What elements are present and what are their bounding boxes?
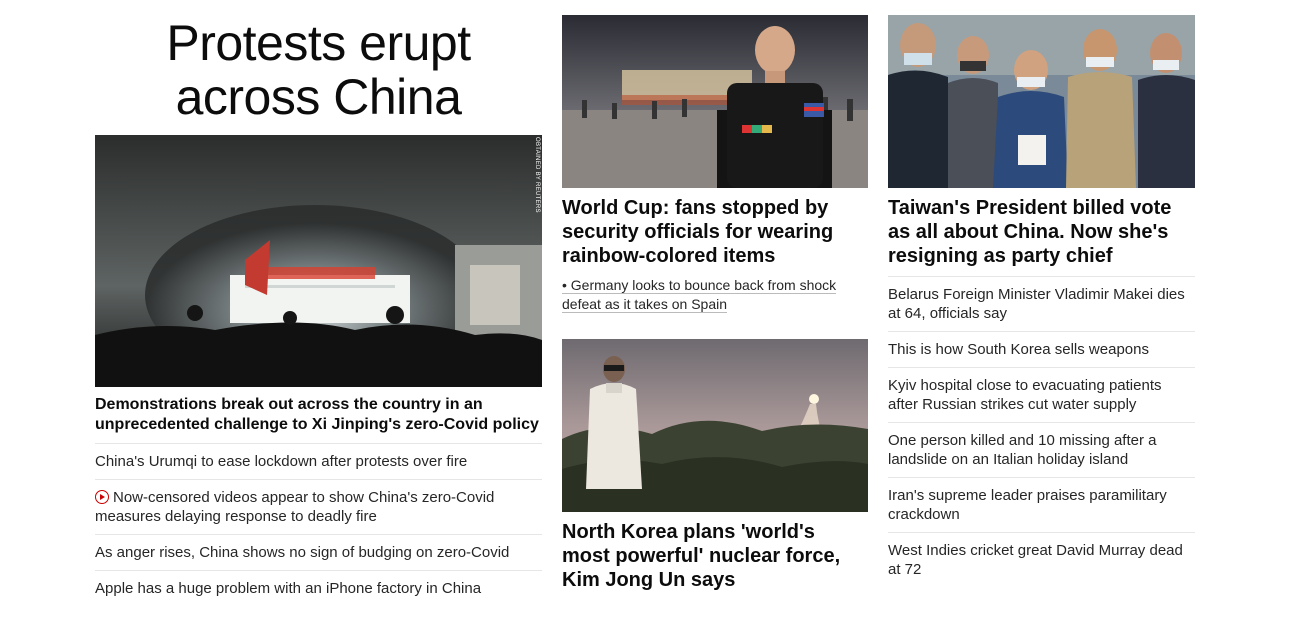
- link-iran-leader[interactable]: Iran's supreme leader praises paramilita…: [888, 478, 1195, 533]
- taiwan-headline[interactable]: Taiwan's President billed vote as all ab…: [888, 196, 1195, 268]
- play-video-icon: [95, 490, 109, 504]
- worldcup-fan-image[interactable]: [562, 15, 868, 188]
- worldcup-headline[interactable]: World Cup: fans stopped by security offi…: [562, 196, 868, 268]
- mega-headline[interactable]: Protests erupt across China: [95, 0, 542, 135]
- link-text: Iran's supreme leader praises paramilita…: [888, 487, 1167, 523]
- link-text: • Germany looks to bounce back from shoc…: [562, 277, 837, 313]
- germany-spain-link[interactable]: • Germany looks to bounce back from shoc…: [562, 276, 868, 314]
- link-italian-landslide[interactable]: One person killed and 10 missing after a…: [888, 423, 1195, 478]
- hero-image-protest[interactable]: OBTAINED BY REUTERS: [95, 135, 542, 387]
- link-belarus-minister[interactable]: Belarus Foreign Minister Vladimir Makei …: [888, 277, 1195, 332]
- link-text: West Indies cricket great David Murray d…: [888, 542, 1183, 578]
- link-text: One person killed and 10 missing after a…: [888, 432, 1157, 468]
- right-column: Taiwan's President billed vote as all ab…: [888, 0, 1195, 587]
- link-text: Now-censored videos appear to show China…: [95, 489, 495, 525]
- link-text: Apple has a huge problem with an iPhone …: [95, 580, 482, 597]
- related-link-anger-rises[interactable]: As anger rises, China shows no sign of b…: [95, 535, 542, 571]
- related-link-urumqi[interactable]: China's Urumqi to ease lockdown after pr…: [95, 444, 542, 480]
- lead-subheadline[interactable]: Demonstrations break out across the coun…: [95, 395, 542, 444]
- related-link-apple-iphone[interactable]: Apple has a huge problem with an iPhone …: [95, 571, 542, 606]
- main-story-column: Protests erupt across China OBTAINED BY …: [95, 0, 542, 606]
- link-kyiv-hospital[interactable]: Kyiv hospital close to evacuating patien…: [888, 368, 1195, 423]
- link-david-murray[interactable]: West Indies cricket great David Murray d…: [888, 533, 1195, 587]
- photo-credit: OBTAINED BY REUTERS: [534, 137, 540, 213]
- north-korea-missile-image[interactable]: [562, 339, 868, 512]
- north-korea-headline[interactable]: North Korea plans 'world's most powerful…: [562, 520, 868, 592]
- related-link-censored-videos[interactable]: Now-censored videos appear to show China…: [95, 480, 542, 535]
- related-links-list: China's Urumqi to ease lockdown after pr…: [95, 444, 542, 606]
- taiwan-president-image[interactable]: [888, 15, 1195, 188]
- link-text: This is how South Korea sells weapons: [888, 341, 1149, 358]
- link-text: China's Urumqi to ease lockdown after pr…: [95, 453, 468, 470]
- right-links-list: Belarus Foreign Minister Vladimir Makei …: [888, 276, 1195, 587]
- link-text: As anger rises, China shows no sign of b…: [95, 544, 510, 561]
- middle-column: World Cup: fans stopped by security offi…: [562, 0, 868, 592]
- link-text: Belarus Foreign Minister Vladimir Makei …: [888, 286, 1185, 322]
- link-text: Kyiv hospital close to evacuating patien…: [888, 377, 1162, 413]
- link-south-korea-weapons[interactable]: This is how South Korea sells weapons: [888, 332, 1195, 368]
